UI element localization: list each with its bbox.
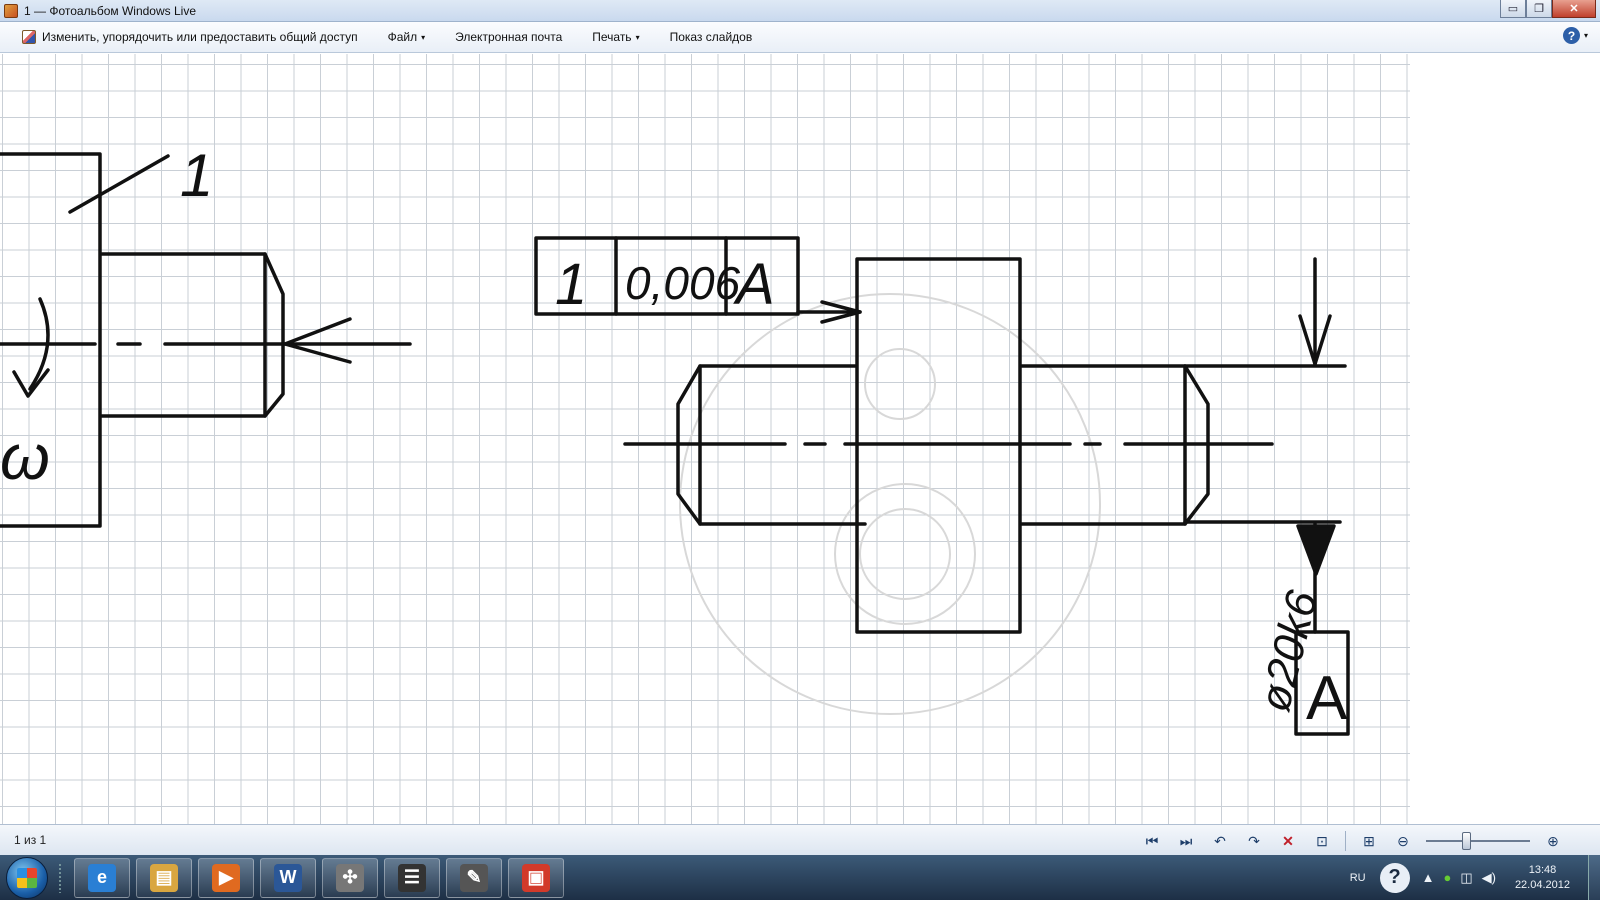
zoom-slider-thumb[interactable] xyxy=(1462,832,1472,850)
menu-edit-organize-share-label: Изменить, упорядочить или предоставить о… xyxy=(42,30,358,44)
zoom-out-button[interactable]: ⊖ xyxy=(1390,831,1416,851)
folder-icon: ▤ xyxy=(150,863,178,892)
command-bar: Изменить, упорядочить или предоставить о… xyxy=(0,22,1600,53)
taskbar-app-photo-gallery[interactable]: ▣ xyxy=(508,857,564,898)
volume-icon[interactable]: ◀) xyxy=(1482,870,1496,886)
toolbar-divider xyxy=(1345,831,1346,851)
zoom-in-button[interactable]: ⊕ xyxy=(1540,831,1566,851)
taskbar-app-internet-explorer[interactable]: e xyxy=(74,857,130,898)
tolerance-cell-1: 1 xyxy=(555,252,587,317)
taskbar-app-scanner[interactable]: ✎ xyxy=(446,857,502,898)
help-icon: ? xyxy=(1562,27,1580,44)
system-tray: RU ? ▲ ● ◫ ◀) 13:48 22.04.2012 xyxy=(1350,855,1600,900)
menu-file-label: Файл xyxy=(387,30,418,44)
tolerance-cell-value: 0,006 xyxy=(625,257,741,309)
viewer-control-bar: 1 из 1 ⏮ ⏭ ↶ ↷ ✕ ⊡ ⊞ ⊖ ⊕ xyxy=(0,824,1600,855)
menu-slideshow-label: Показ слайдов xyxy=(669,30,753,44)
menu-email-label: Электронная почта xyxy=(455,30,563,44)
menu-edit-organize-share[interactable]: Изменить, упорядочить или предоставить о… xyxy=(0,22,373,52)
antivirus-icon[interactable]: ● xyxy=(1443,870,1451,885)
viewer-buttons: ⏮ ⏭ ↶ ↷ ✕ ⊡ ⊞ ⊖ ⊕ xyxy=(1135,831,1570,851)
maximize-button[interactable]: ❐ xyxy=(1526,0,1552,18)
menu-email[interactable]: Электронная почта xyxy=(440,22,577,52)
menu-print[interactable]: Печать ▾ xyxy=(577,22,654,52)
previous-photo-button[interactable]: ⏮ xyxy=(1139,831,1165,851)
taskbar-app-media-player[interactable]: ▶ xyxy=(198,857,254,898)
zoom-slider[interactable] xyxy=(1426,832,1530,850)
menu-file[interactable]: Файл ▾ xyxy=(373,22,441,52)
technical-drawing: 1 ω 1 0,006 A A ø20k6 xyxy=(0,142,1350,736)
scanner-icon: ✎ xyxy=(460,863,488,892)
start-button[interactable] xyxy=(6,856,48,899)
photo-gallery-app-icon xyxy=(4,3,18,18)
chevron-down-icon: ▾ xyxy=(635,32,640,42)
datum-letter: A xyxy=(1306,664,1348,733)
menu-slideshow[interactable]: Показ слайдов xyxy=(655,22,768,52)
clock-date: 22.04.2012 xyxy=(1514,878,1570,891)
photo-view[interactable]: 1 ω 1 0,006 A A ø20k6 xyxy=(0,54,1600,824)
window-title: 1 — Фотоальбом Windows Live xyxy=(24,3,196,18)
leader-number-label: 1 xyxy=(180,142,213,209)
network-icon[interactable]: ◫ xyxy=(1460,870,1472,886)
internet-explorer-icon: e xyxy=(88,863,116,892)
storage-icon: ☰ xyxy=(398,863,426,892)
windows-logo-icon xyxy=(17,867,37,888)
drawing-tool-icon: ✣ xyxy=(336,863,364,892)
window-controls: ▭ ❐ ✕ xyxy=(1500,0,1596,18)
rotate-left-button[interactable]: ↶ xyxy=(1207,831,1233,851)
chevron-down-icon: ▾ xyxy=(421,32,426,42)
media-player-icon: ▶ xyxy=(212,863,240,892)
rotation-omega-label: ω xyxy=(0,421,50,493)
next-photo-button[interactable]: ⏭ xyxy=(1173,831,1199,851)
actual-size-button[interactable]: ⊞ xyxy=(1356,831,1382,851)
show-hidden-icons-icon[interactable]: ▲ xyxy=(1422,870,1435,885)
taskbar-app-word[interactable]: W xyxy=(260,857,316,898)
taskbar-app-drawing[interactable]: ✣ xyxy=(322,857,378,898)
clock[interactable]: 13:48 22.04.2012 xyxy=(1515,863,1570,893)
rotate-right-button[interactable]: ↷ xyxy=(1241,831,1267,851)
language-indicator[interactable]: RU xyxy=(1350,872,1366,884)
close-button[interactable]: ✕ xyxy=(1552,0,1596,18)
title-bar: 1 — Фотоальбом Windows Live ▭ ❐ ✕ xyxy=(0,0,1600,22)
tolerance-cell-datum: A xyxy=(733,252,775,317)
slideshow-button[interactable]: ⊡ xyxy=(1309,831,1335,851)
edit-photo-icon xyxy=(22,30,36,44)
photo-counter: 1 из 1 xyxy=(14,833,47,847)
taskbar-app-file-explorer[interactable]: ▤ xyxy=(136,857,192,898)
taskbar-app-storage[interactable]: ☰ xyxy=(384,857,440,898)
clock-time: 13:48 xyxy=(1528,863,1557,876)
left-part-drawing xyxy=(0,152,412,528)
faint-background-sketch xyxy=(679,293,1101,715)
taskbar-grip[interactable] xyxy=(58,862,62,893)
taskbar-apps: e ▤ ▶ W ✣ ☰ ✎ ▣ xyxy=(74,857,570,898)
delete-button[interactable]: ✕ xyxy=(1275,831,1301,851)
help-menu[interactable]: ? ▾ xyxy=(1562,27,1588,44)
word-icon: W xyxy=(274,863,302,892)
show-desktop-button[interactable] xyxy=(1588,855,1600,900)
help-tray-icon[interactable]: ? xyxy=(1379,862,1410,893)
minimize-button[interactable]: ▭ xyxy=(1500,0,1526,18)
menu-print-label: Печать xyxy=(592,30,632,44)
photo-gallery-icon: ▣ xyxy=(522,863,550,892)
right-part-drawing xyxy=(534,236,1350,736)
taskbar: e ▤ ▶ W ✣ ☰ ✎ ▣ RU ? ▲ ● ◫ ◀) 13:48 22.0… xyxy=(0,855,1600,900)
chevron-down-icon: ▾ xyxy=(1583,31,1588,40)
